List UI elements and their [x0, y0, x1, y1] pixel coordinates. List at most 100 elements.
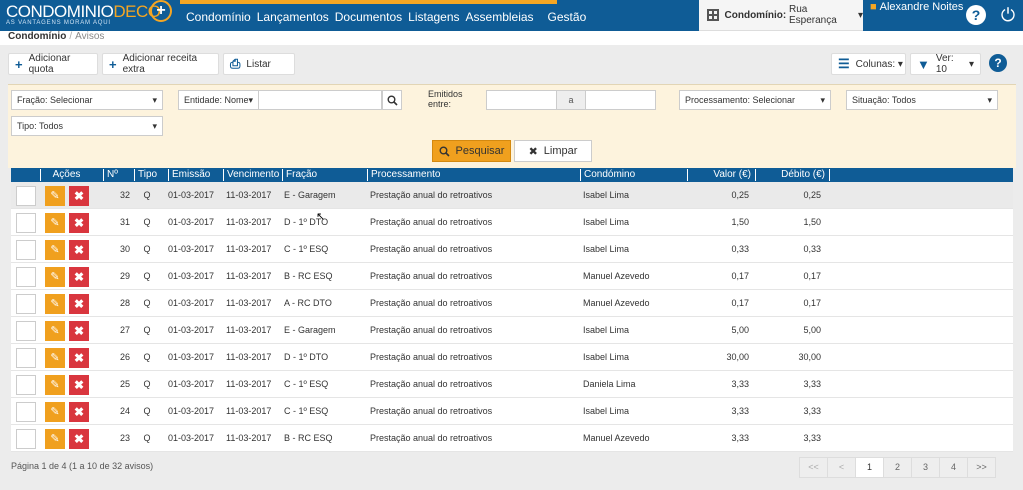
- table-row[interactable]: ✎ ✖ 28 Q 01-03-2017 11-03-2017 A - RC DTO Prest…: [11, 290, 1013, 317]
- col-vencimento[interactable]: Vencimento: [223, 169, 283, 181]
- table-row[interactable]: ✎ ✖ 29 Q 01-03-2017 11-03-2017 B - RC ESQ Prest…: [11, 263, 1013, 290]
- row-checkbox[interactable]: [16, 240, 36, 260]
- table-row[interactable]: ✎ ✖ 25 Q 01-03-2017 11-03-2017 C - 1º ESQ Prest…: [11, 371, 1013, 398]
- table-row[interactable]: ✎ ✖ 23 Q 01-03-2017 11-03-2017 B - RC ESQ Prest…: [11, 425, 1013, 452]
- cell-condomino: Isabel Lima: [583, 190, 630, 200]
- nav-item-gestao[interactable]: Gestão: [548, 10, 587, 24]
- pager-page-4[interactable]: 4: [939, 457, 968, 478]
- delete-icon[interactable]: ✖: [69, 348, 89, 368]
- cell-tipo: Q: [143, 244, 151, 254]
- clear-button[interactable]: ✖ Limpar: [514, 140, 592, 162]
- table-row[interactable]: ✎ ✖ 24 Q 01-03-2017 11-03-2017 C - 1º ESQ Prest…: [11, 398, 1013, 425]
- delete-icon[interactable]: ✖: [69, 429, 89, 449]
- row-checkbox[interactable]: [16, 213, 36, 233]
- cell-condomino: Isabel Lima: [583, 352, 630, 362]
- processamento-select[interactable]: Processamento: Selecionar: [679, 90, 831, 110]
- help-icon[interactable]: ?: [966, 5, 986, 25]
- edit-icon[interactable]: ✎: [45, 240, 65, 260]
- user-menu[interactable]: ■ Alexandre Noites: [870, 1, 963, 13]
- delete-icon[interactable]: ✖: [69, 294, 89, 314]
- plus-icon: +: [109, 56, 117, 72]
- entidade-select[interactable]: Entidade: Nome: [178, 90, 259, 110]
- row-checkbox[interactable]: [16, 429, 36, 449]
- row-checkbox[interactable]: [16, 294, 36, 314]
- col-emissao[interactable]: Emissão: [168, 169, 224, 181]
- emitidos-to-input[interactable]: [585, 90, 656, 110]
- cell-tipo: Q: [143, 325, 151, 335]
- delete-icon[interactable]: ✖: [69, 240, 89, 260]
- table-row[interactable]: ✎ ✖ 26 Q 01-03-2017 11-03-2017 D - 1º DTO Prest…: [11, 344, 1013, 371]
- row-checkbox[interactable]: [16, 186, 36, 206]
- search-icon[interactable]: [382, 90, 402, 110]
- table-row[interactable]: ✎ ✖ 30 Q 01-03-2017 11-03-2017 C - 1º ESQ Prest…: [11, 236, 1013, 263]
- edit-icon[interactable]: ✎: [45, 294, 65, 314]
- nav-item-condominio[interactable]: Condomínio: [186, 10, 251, 24]
- table-row[interactable]: ✎ ✖ 31 Q 01-03-2017 11-03-2017 D - 1º DTO Prest…: [11, 209, 1013, 236]
- list-label: Listar: [246, 58, 271, 70]
- cell-numero: 32: [119, 190, 130, 200]
- delete-icon[interactable]: ✖: [69, 213, 89, 233]
- row-checkbox[interactable]: [16, 321, 36, 341]
- condominium-selector[interactable]: Condomínio: Rua Esperança ▾: [699, 0, 863, 31]
- nav-item-documentos[interactable]: Documentos: [335, 10, 402, 24]
- condo-selector-value: Rua Esperança: [788, 4, 837, 26]
- help-icon[interactable]: ?: [989, 54, 1007, 72]
- pager-prev[interactable]: <: [827, 457, 856, 478]
- edit-icon[interactable]: ✎: [45, 402, 65, 422]
- power-icon[interactable]: ⏻: [998, 4, 1018, 26]
- delete-icon[interactable]: ✖: [69, 375, 89, 395]
- tipo-select[interactable]: Tipo: Todos: [11, 116, 163, 136]
- nav-item-listagens[interactable]: Listagens: [408, 10, 459, 24]
- col-tipo[interactable]: Tipo: [134, 169, 160, 181]
- brand-logo[interactable]: CONDOMINIODECO AS VANTAGENS MORAM AQUI: [6, 3, 161, 26]
- row-checkbox[interactable]: [16, 348, 36, 368]
- row-checkbox[interactable]: [16, 402, 36, 422]
- emitidos-from-input[interactable]: [486, 90, 557, 110]
- add-quota-button[interactable]: + Adicionar quota: [8, 53, 98, 75]
- delete-icon[interactable]: ✖: [69, 321, 89, 341]
- pager-first[interactable]: <<: [799, 457, 828, 478]
- col-processamento[interactable]: Processamento: [367, 169, 580, 181]
- fracao-select[interactable]: Fração: Selecionar: [11, 90, 163, 110]
- col-fracao[interactable]: Fração: [282, 169, 367, 181]
- pager-page-1[interactable]: 1: [855, 457, 884, 478]
- columns-button[interactable]: ☰ Colunas: ▾: [831, 53, 906, 75]
- situacao-select[interactable]: Situação: Todos: [846, 90, 998, 110]
- edit-icon[interactable]: ✎: [45, 375, 65, 395]
- row-checkbox[interactable]: [16, 375, 36, 395]
- view-count-button[interactable]: ▼ Ver: 10 ▾: [910, 53, 981, 75]
- row-checkbox[interactable]: [16, 267, 36, 287]
- edit-icon[interactable]: ✎: [45, 267, 65, 287]
- delete-icon[interactable]: ✖: [69, 402, 89, 422]
- caret-down-icon: ▾: [857, 9, 863, 21]
- entidade-input[interactable]: [258, 90, 382, 110]
- building-icon: [707, 9, 719, 21]
- cell-numero: 24: [119, 406, 130, 416]
- delete-icon[interactable]: ✖: [69, 267, 89, 287]
- nav-item-lancamentos[interactable]: Lançamentos: [257, 10, 329, 24]
- col-valor[interactable]: Valor (€): [687, 169, 755, 181]
- delete-icon[interactable]: ✖: [69, 186, 89, 206]
- col-condomino[interactable]: Condómino: [580, 169, 687, 181]
- pager-page-3[interactable]: 3: [911, 457, 940, 478]
- edit-icon[interactable]: ✎: [45, 429, 65, 449]
- add-receita-button[interactable]: + Adicionar receita extra: [102, 53, 219, 75]
- table-row[interactable]: ✎ ✖ 27 Q 01-03-2017 11-03-2017 E - Garagem Pres…: [11, 317, 1013, 344]
- edit-icon[interactable]: ✎: [45, 348, 65, 368]
- cell-condomino: Manuel Azevedo: [583, 271, 650, 281]
- edit-icon[interactable]: ✎: [45, 213, 65, 233]
- pager-page-2[interactable]: 2: [883, 457, 912, 478]
- col-numero[interactable]: Nº: [103, 169, 134, 181]
- breadcrumb-root[interactable]: Condomínio: [8, 31, 66, 42]
- search-button[interactable]: Pesquisar: [432, 140, 511, 162]
- pager-last[interactable]: >>: [967, 457, 996, 478]
- search-button-label: Pesquisar: [455, 145, 505, 157]
- edit-icon[interactable]: ✎: [45, 321, 65, 341]
- cell-condomino: Daniela Lima: [583, 379, 636, 389]
- edit-icon[interactable]: ✎: [45, 186, 65, 206]
- col-debito[interactable]: Débito (€): [755, 169, 829, 181]
- col-acoes[interactable]: Ações: [40, 169, 89, 181]
- list-button[interactable]: ⎙ Listar: [223, 53, 295, 75]
- table-row[interactable]: ✎ ✖ 32 Q 01-03-2017 11-03-2017 E - Garagem Pres…: [11, 182, 1013, 209]
- nav-item-assembleias[interactable]: Assembleias: [466, 10, 534, 24]
